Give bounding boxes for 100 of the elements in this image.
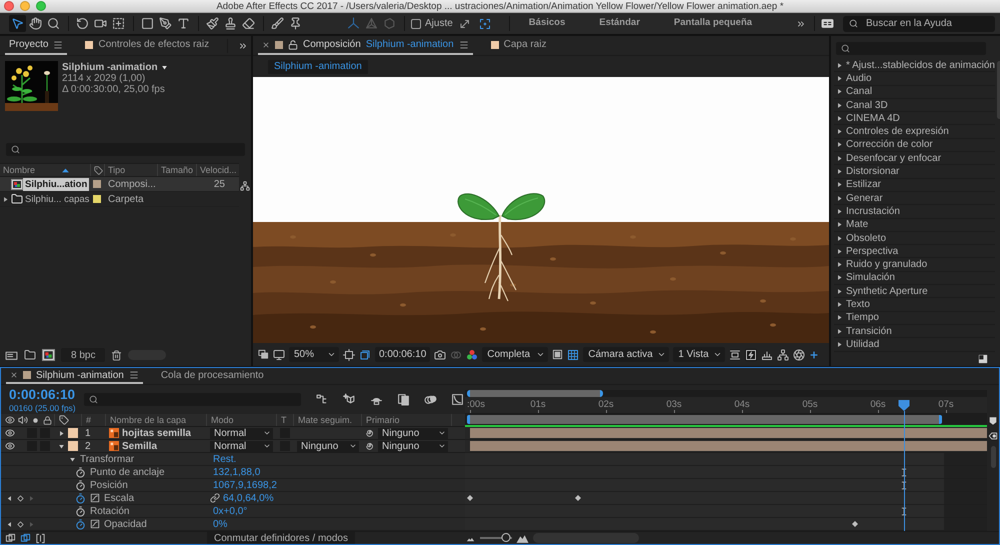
link-icon[interactable] [210, 493, 220, 503]
stopwatch-icon[interactable] [75, 506, 86, 516]
property-row[interactable]: Opacidad 0% [1, 518, 465, 531]
keyframe-icon[interactable] [851, 520, 860, 528]
panel-tab[interactable]: Composición Silphium -animation [258, 36, 473, 55]
graph-icon[interactable] [90, 493, 100, 503]
effect-category-item[interactable]: Synthetic Aperture [834, 285, 995, 298]
workspace-tab[interactable]: Básicos [512, 14, 582, 34]
effect-category-item[interactable]: Desenfocar y enfocar [834, 152, 995, 166]
workspace-tab[interactable]: Estándar [582, 14, 657, 34]
viewer-tab[interactable]: Silphium -animation [268, 60, 368, 74]
disclosure-triangle-icon[interactable] [836, 154, 843, 162]
property-row[interactable]: Punto de anclaje 132,1,88,0 [1, 466, 465, 479]
column-header[interactable]: Tamaño [161, 165, 194, 175]
overflow-chevrons-icon[interactable] [796, 18, 806, 28]
stopwatch-icon[interactable] [75, 480, 86, 490]
disclosure-triangle-icon[interactable] [2, 196, 9, 202]
effect-category-item[interactable]: Tiempo [834, 312, 995, 325]
stopwatch-icon[interactable] [75, 518, 86, 530]
magnification-dropdown[interactable]: 50% [289, 347, 339, 362]
overlapping-circles-icon[interactable] [424, 393, 437, 406]
effect-category-item[interactable]: Estilizar [834, 178, 995, 192]
layer-name[interactable]: hojitas semilla [122, 428, 191, 438]
snap-checkbox[interactable]: Ajuste [411, 18, 453, 29]
disclosure-triangle-icon[interactable] [836, 261, 843, 268]
disclosure-triangle-icon[interactable] [836, 74, 843, 82]
color-swatch-icon[interactable] [93, 180, 101, 188]
disclosure-triangle-icon[interactable] [58, 430, 65, 436]
menu-icon[interactable] [53, 40, 64, 50]
previous-keyframe-icon[interactable] [6, 520, 13, 528]
property-row[interactable]: Escala 64,0,64,0% [1, 492, 465, 505]
panel-tab[interactable]: Capa raiz [486, 36, 550, 55]
bit-depth-button[interactable]: 8 bpc [61, 348, 106, 362]
plus-icon[interactable] [809, 350, 820, 360]
disclosure-triangle-icon[interactable] [836, 314, 843, 322]
camera-dropdown[interactable]: Cámara activa [583, 347, 670, 362]
window-close-button[interactable] [4, 1, 14, 11]
effect-category-item[interactable]: Corrección de color [834, 138, 995, 152]
timecode-button[interactable]: 0:00:06:10 [375, 347, 430, 362]
effect-category-item[interactable]: * Ajust...stablecidos de animación [834, 59, 995, 72]
disclosure-triangle-icon[interactable] [836, 128, 843, 136]
column-header[interactable]: Tipo [108, 165, 126, 175]
stopwatch-icon[interactable] [75, 492, 86, 504]
graph-icon[interactable] [90, 519, 100, 529]
close-icon[interactable] [10, 371, 18, 379]
view-layout-dropdown[interactable]: 1 Vista [673, 347, 726, 362]
effect-category-item[interactable]: Utilidad [834, 338, 995, 352]
checkbox-icon[interactable] [411, 18, 421, 28]
composition-icon[interactable] [42, 349, 55, 361]
pentagon-marker-icon[interactable] [988, 416, 998, 426]
caret-down-icon[interactable] [160, 64, 168, 71]
reset-link[interactable]: Rest. [213, 454, 236, 464]
property-group-row[interactable]: Transformar Rest. [1, 453, 465, 466]
effect-category-item[interactable]: Mate [834, 218, 995, 232]
disclosure-triangle-icon[interactable] [58, 442, 65, 450]
checker-grid-icon[interactable] [567, 348, 580, 360]
keyframe-icon[interactable] [466, 494, 474, 502]
resolution-dropdown[interactable]: Completa [482, 347, 548, 362]
effect-category-item[interactable]: CINEMA 4D [834, 112, 995, 126]
column-header[interactable]: Nombre [3, 165, 36, 175]
disclosure-triangle-icon[interactable] [836, 340, 843, 348]
blend-mode-dropdown[interactable]: Normal [210, 428, 273, 438]
view-layout-icon[interactable] [729, 348, 742, 360]
lightning-icon[interactable] [745, 348, 758, 360]
effect-category-item[interactable]: Distorsionar [834, 165, 995, 179]
track-matte-dropdown[interactable]: Ninguno [297, 440, 359, 452]
effect-category-item[interactable]: Texto [834, 298, 995, 312]
project-item-row[interactable]: Silphiu... capas Carpeta [0, 192, 239, 207]
property-value[interactable]: 0x+0,0° [213, 506, 248, 516]
property-row[interactable]: Posición 1067,9,1698,2 [1, 479, 465, 492]
disclosure-triangle-icon[interactable] [69, 456, 76, 462]
column-header[interactable]: Velocid... [200, 165, 237, 175]
panel-tab[interactable]: Cola de procesamiento [156, 368, 268, 384]
double-arrow-icon[interactable] [458, 18, 471, 30]
aperture-icon[interactable] [793, 348, 806, 360]
flowchart-icon[interactable] [240, 181, 250, 191]
property-value[interactable]: 0% [213, 518, 228, 530]
menu-icon[interactable] [458, 40, 469, 50]
workspace-tab[interactable]: Pantalla pequeña [656, 14, 770, 34]
effect-category-item[interactable]: Audio [834, 72, 995, 86]
disclosure-triangle-icon[interactable] [836, 194, 843, 202]
crosshair-square-icon[interactable] [343, 348, 355, 360]
disclosure-triangle-icon[interactable] [836, 208, 843, 215]
disclosure-triangle-icon[interactable] [836, 328, 843, 335]
color-swatch-icon[interactable] [93, 195, 101, 203]
add-keyframe-icon[interactable] [16, 520, 25, 528]
effect-category-item[interactable]: Canal 3D [834, 98, 995, 112]
panel-tab[interactable]: Proyecto [5, 36, 68, 55]
label-color-swatch-icon[interactable] [68, 428, 78, 438]
keypad-icon[interactable] [821, 17, 834, 30]
disclosure-triangle-icon[interactable] [836, 102, 843, 109]
current-timecode[interactable]: 0:00:06:10 [9, 386, 84, 402]
effect-category-item[interactable]: Perspectiva [834, 245, 995, 258]
sparkle-cube-icon[interactable] [343, 393, 356, 406]
vertical-scrollbar[interactable] [990, 446, 996, 468]
effect-category-item[interactable]: Generar [834, 192, 995, 206]
window-zoom-button[interactable] [36, 1, 46, 11]
stacked-frames-icon[interactable] [397, 393, 410, 406]
panel-tab[interactable]: Silphium -animation [6, 368, 143, 384]
property-row[interactable]: Rotación 0x+0,0° [1, 505, 465, 518]
